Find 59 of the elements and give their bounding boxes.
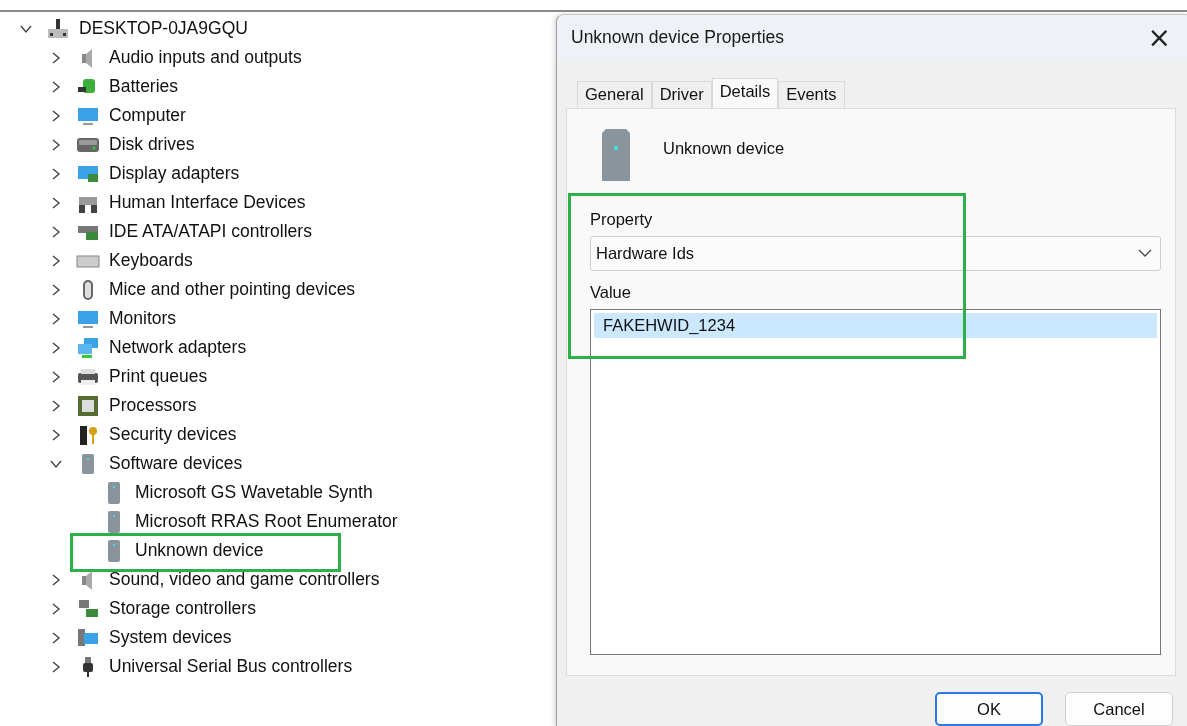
expand-chevron-icon[interactable] [50, 602, 62, 615]
tree-item[interactable]: Universal Serial Bus controllers [109, 656, 353, 677]
tree-item[interactable]: Microsoft GS Wavetable Synth [135, 482, 373, 503]
expand-chevron-icon[interactable] [50, 370, 62, 383]
tree-item[interactable]: Software devices [109, 453, 243, 474]
expand-chevron-icon[interactable] [50, 399, 62, 412]
tree-item[interactable]: Microsoft RRAS Root Enumerator [135, 511, 398, 532]
expand-chevron-icon[interactable] [50, 225, 62, 238]
dialog-button[interactable]: OK [935, 692, 1043, 726]
expand-chevron-icon[interactable] [50, 573, 62, 586]
tree-item[interactable]: Human Interface Devices [109, 192, 306, 213]
computer-network-icon [46, 16, 70, 41]
tree-item[interactable]: Print queues [109, 366, 208, 387]
tree-item[interactable]: Sound, video and game controllers [109, 569, 380, 590]
tree-item[interactable]: Disk drives [109, 134, 195, 155]
chevron-down-icon [1138, 248, 1152, 259]
expand-chevron-icon[interactable] [50, 254, 62, 267]
tree-item[interactable]: Unknown device [135, 540, 264, 561]
tree-item[interactable]: Processors [109, 395, 197, 416]
device-tower-icon [599, 128, 633, 181]
tab[interactable]: General [577, 80, 652, 108]
expand-chevron-icon[interactable] [50, 631, 62, 644]
field-label: Property [590, 209, 654, 229]
dialog-title: Unknown device Properties [571, 27, 785, 49]
tree-item[interactable]: Monitors [109, 308, 177, 329]
tree-item[interactable]: Computer [109, 105, 186, 126]
expand-chevron-icon[interactable] [50, 51, 62, 64]
tree-item[interactable]: IDE ATA/ATAPI controllers [109, 221, 312, 242]
dialog-button[interactable]: Cancel [1065, 692, 1173, 726]
tree-item[interactable]: System devices [109, 627, 232, 648]
tree-item[interactable]: Security devices [109, 424, 237, 445]
tree-item[interactable]: Network adapters [109, 337, 247, 358]
tab[interactable]: Driver [651, 80, 712, 108]
tab[interactable]: Details [711, 77, 779, 108]
tree-item[interactable]: Display adapters [109, 163, 240, 184]
expand-chevron-icon[interactable] [50, 312, 62, 325]
chip-icon [76, 393, 100, 418]
expand-chevron-icon[interactable] [50, 167, 62, 180]
tree-item[interactable]: Mice and other pointing devices [109, 279, 356, 300]
tree-item[interactable]: Batteries [109, 76, 179, 97]
list-item[interactable]: FAKEHWID_1234 [594, 312, 1157, 338]
expand-chevron-icon[interactable] [50, 109, 62, 122]
tree-item[interactable]: Audio inputs and outputs [109, 47, 302, 68]
expand-chevron-icon[interactable] [50, 138, 62, 151]
expand-chevron-icon[interactable] [50, 341, 62, 354]
property-dropdown[interactable]: Hardware Ids [590, 235, 1161, 271]
device-name: Unknown device [663, 138, 785, 158]
tree-item[interactable]: Storage controllers [109, 598, 256, 619]
expand-chevron-icon[interactable] [50, 428, 62, 441]
expand-chevron-icon[interactable] [50, 660, 62, 673]
tab[interactable]: Events [778, 80, 845, 108]
network-icon [76, 335, 100, 360]
tree-item[interactable]: Keyboards [109, 250, 193, 271]
expand-chevron-icon[interactable] [50, 80, 62, 93]
close-button[interactable]: × [1143, 23, 1175, 52]
tree-item[interactable]: DESKTOP-0JA9GQU [79, 18, 248, 39]
field-label: Value [590, 282, 632, 302]
expand-chevron-icon[interactable] [50, 283, 62, 296]
expand-chevron-icon[interactable] [50, 196, 62, 209]
